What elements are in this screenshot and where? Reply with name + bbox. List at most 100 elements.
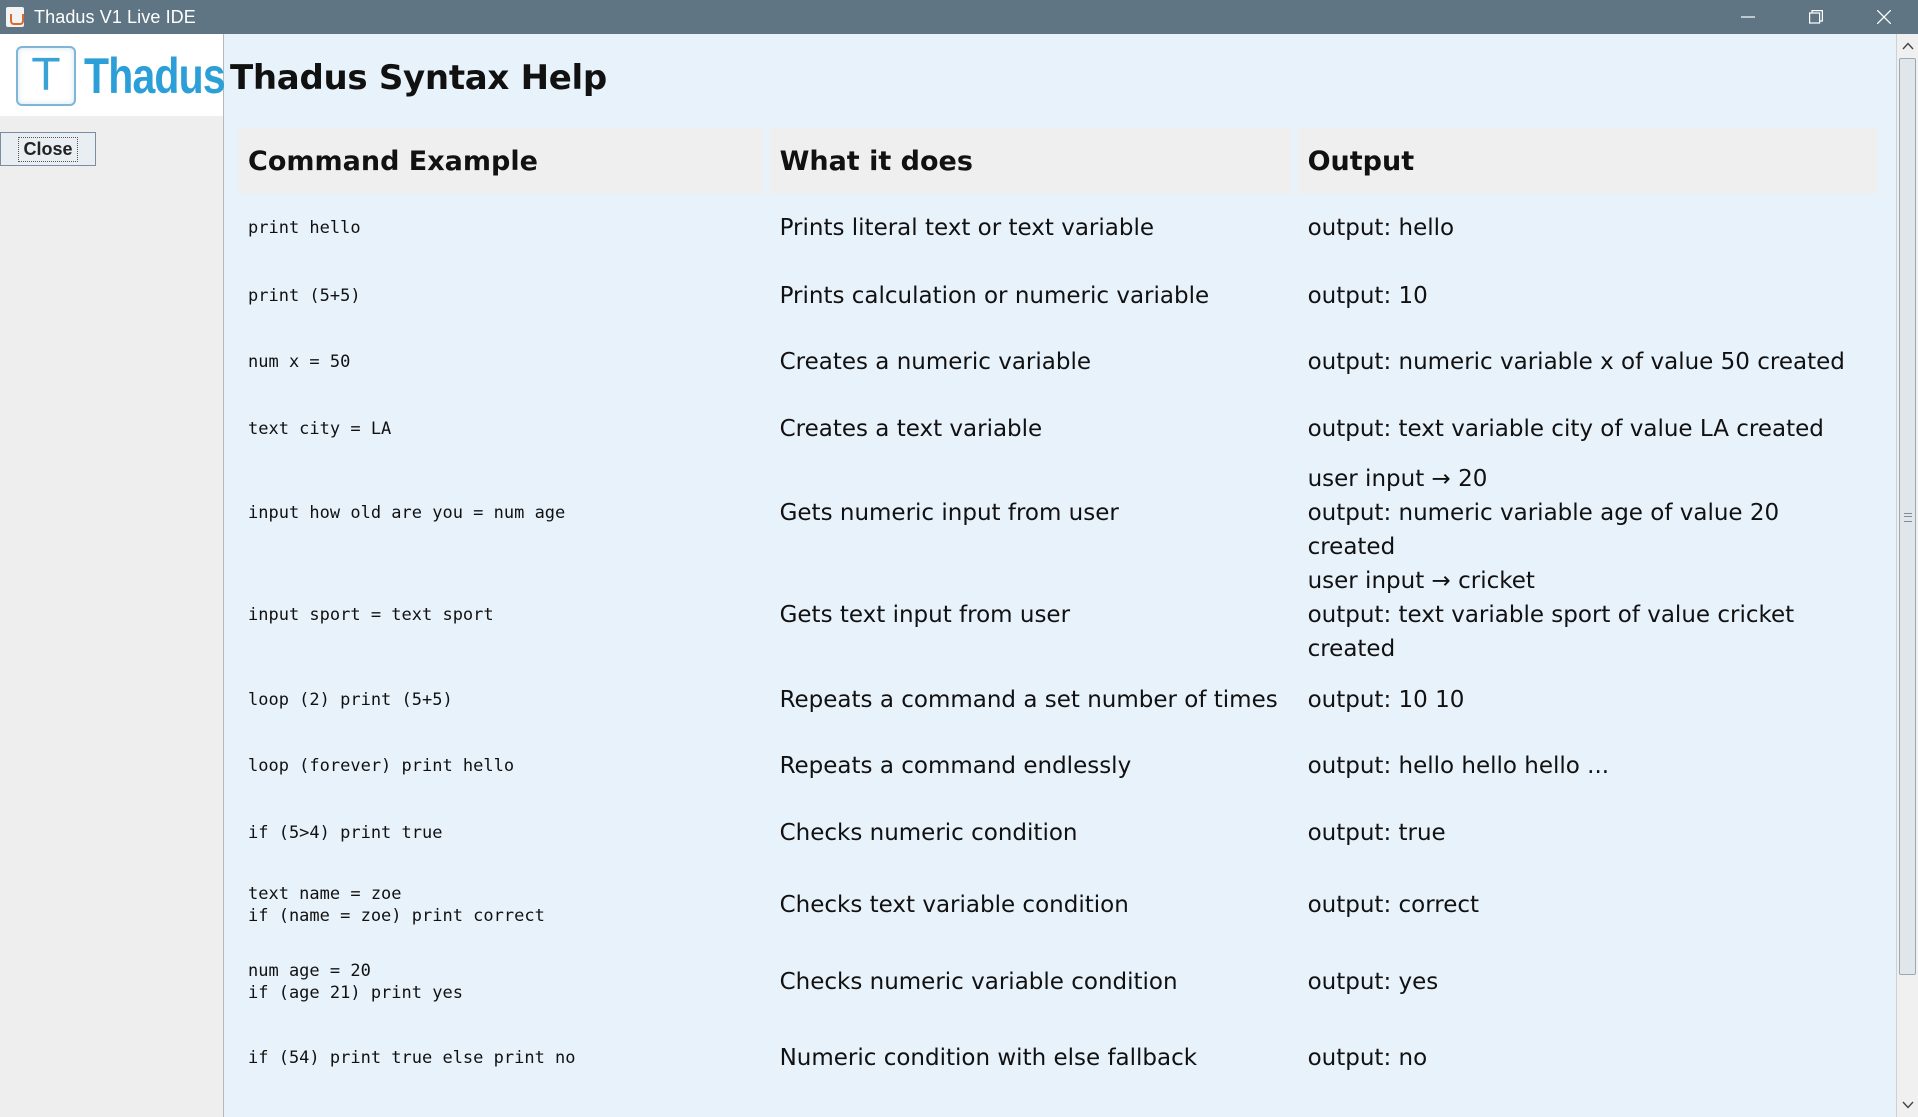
chevron-down-icon [1901,1101,1914,1109]
page-title: Thadus Syntax Help [230,58,607,98]
scroll-up-button[interactable] [1897,36,1918,56]
command-line: loop (forever) print hello [248,756,515,776]
output-line: output: true [1307,819,1446,846]
help-content: Thadus Syntax Help Command Example What … [224,34,1896,1117]
command-output: user input → 20 output: numeric variable … [1298,462,1878,564]
command-description: Checks text variable condition [779,891,1129,918]
output-line: output: numeric variable age of value 20… [1307,500,1780,560]
command-line: input how old are you = num age [248,503,566,523]
table-row: loop (forever) print hello Repeats a comm… [238,733,1878,799]
logo-letter: T [32,50,60,101]
maximize-button[interactable] [1782,0,1850,34]
logo-mark: T [16,46,76,106]
window-titlebar: Thadus V1 Live IDE [0,0,1918,34]
command-example: num age = 20 if (age 21) print yes [238,943,764,1020]
command-line: input sport = text sport [248,605,494,625]
table-row: num age = 20 if (age 21) print yes Checks … [238,943,1878,1020]
table-row: input how old are you = num age Gets nume… [238,462,1878,564]
command-output: output: correct [1298,866,1878,943]
command-output: output: 10 [1298,262,1878,329]
command-description: Creates a numeric variable [779,349,1091,375]
table-row: loop (2) print (5+5) Repeats a command a … [238,666,1878,733]
command-example: loop (2) print (5+5) [238,666,764,733]
command-output: output: 10 10 [1298,666,1878,733]
java-app-icon [6,7,24,27]
command-description: Prints literal text or text variable [779,215,1155,241]
scroll-down-button[interactable] [1897,1095,1918,1115]
table-row: if (54) print true else print no Numeric … [238,1020,1878,1095]
output-line: output: 10 [1307,282,1428,309]
command-output: output: true [1298,799,1878,866]
close-button-label: Close [18,136,78,162]
minimize-icon [1741,16,1755,18]
command-output: output: text variable city of value LA c… [1298,395,1878,462]
window-title: Thadus V1 Live IDE [34,6,196,27]
scroll-thumb[interactable] [1899,58,1916,975]
column-header-command: Command Example [238,128,764,194]
table-row: input sport = text sport Gets text input … [238,564,1878,666]
command-example: input how old are you = num age [238,462,764,564]
logo-wordmark: Thadus [84,48,226,104]
command-example: text name = zoe if (name = zoe) print cor… [238,866,764,943]
table-row: text name = zoe if (name = zoe) print cor… [238,866,1878,943]
command-description: Checks numeric variable condition [779,968,1178,995]
command-description: Numeric condition with else fallback [779,1044,1198,1071]
command-line: print hello [248,218,361,238]
output-line: output: correct [1307,891,1480,918]
command-example: input sport = text sport [238,564,764,666]
command-example: loop (forever) print hello [238,733,764,799]
output-line: user input → 20 [1307,466,1488,492]
close-icon [1877,10,1891,24]
window-controls [1714,0,1918,34]
command-description: Gets numeric input from user [779,500,1119,526]
command-output: output: yes [1298,943,1878,1020]
command-line: loop (2) print (5+5) [248,689,453,710]
column-header-output: Output [1297,128,1878,194]
output-line: output: 10 10 [1307,686,1465,713]
scroll-grip-icon [1904,513,1912,522]
command-example: if (5>4) print true [238,799,764,866]
table-row: print (5+5) Prints calculation or numeric… [238,262,1878,329]
command-line: print (5+5) [248,285,361,306]
command-description: Repeats a command endlessly [779,753,1132,779]
command-line: if (name = zoe) print correct [248,905,545,926]
table-row: print hello Prints literal text or text v… [238,194,1878,262]
output-line: output: text variable sport of value cri… [1307,602,1795,662]
command-output: output: hello hello hello ... [1298,733,1878,799]
close-button[interactable]: Close [0,132,96,166]
logo: T Thadus [0,34,226,116]
command-output: output: hello [1298,194,1878,262]
syntax-table: Command Example What it does Output prin… [232,128,1884,1095]
table-row: text city = LA Creates a text variable out… [238,395,1878,462]
output-line: output: hello hello hello ... [1307,753,1610,779]
command-output: user input → cricket output: text variabl… [1298,564,1878,666]
window-close-button[interactable] [1850,0,1918,34]
command-line: num x = 50 [248,352,351,372]
output-line: output: yes [1307,968,1439,995]
command-description: Creates a text variable [779,415,1043,442]
sidebar: T Thadus Close [0,34,226,1117]
table-header-row: Command Example What it does Output [238,128,1878,194]
table-row: if (5>4) print true Checks numeric condit… [238,799,1878,866]
command-line: num age = 20 [248,960,371,981]
output-line: output: no [1307,1044,1428,1071]
command-description: Gets text input from user [779,602,1071,628]
command-description: Prints calculation or numeric variable [779,282,1210,309]
column-header-description: What it does [769,128,1292,194]
output-line: output: hello [1307,215,1455,241]
command-description: Checks numeric condition [779,819,1078,846]
vertical-scrollbar[interactable] [1896,34,1918,1117]
restore-icon [1809,10,1823,24]
command-line: if (54) print true else print no [248,1047,576,1068]
table-row: num x = 50 Creates a numeric variable outp… [238,329,1878,395]
command-example: print hello [238,194,764,262]
chevron-up-icon [1901,42,1914,50]
minimize-button[interactable] [1714,0,1782,34]
command-output: output: no [1298,1020,1878,1095]
command-example: num x = 50 [238,329,764,395]
command-line: if (5>4) print true [248,822,443,843]
command-output: output: numeric variable x of value 50 c… [1298,329,1878,395]
command-description: Repeats a command a set number of times [779,686,1278,713]
command-line: if (age 21) print yes [248,982,463,1003]
command-line: text name = zoe [248,883,402,904]
